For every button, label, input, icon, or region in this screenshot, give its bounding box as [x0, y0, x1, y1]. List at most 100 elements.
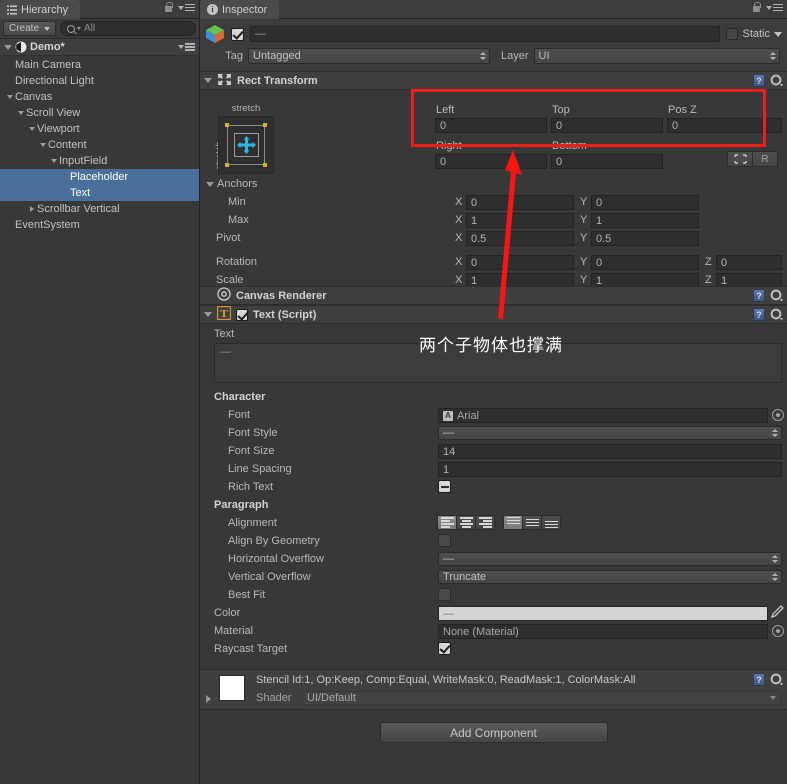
- bottom-field[interactable]: 0: [551, 154, 663, 169]
- tab-hierarchy[interactable]: Hierarchy: [0, 0, 81, 19]
- material-preview-swatch: [219, 675, 245, 701]
- hierarchy-item[interactable]: Placeholder: [0, 169, 199, 185]
- text-script-gear-icon[interactable]: [770, 308, 783, 321]
- text-script-expand-icon[interactable]: [204, 312, 212, 317]
- raw-edit-mode-button[interactable]: R: [752, 151, 778, 167]
- component-header-canvas-renderer[interactable]: Canvas Renderer ?: [200, 286, 787, 305]
- pivot-x-field[interactable]: 0.5: [466, 231, 574, 246]
- blueprint-raw-toggle-group[interactable]: R: [727, 151, 778, 167]
- expand-arrow-icon[interactable]: [48, 159, 59, 163]
- inspector-menu-icon[interactable]: [766, 3, 783, 12]
- material-object-field[interactable]: None (Material): [438, 624, 768, 639]
- hierarchy-item[interactable]: Scroll View: [0, 105, 199, 121]
- help-icon[interactable]: ?: [753, 74, 765, 87]
- align-center-button[interactable]: [456, 515, 476, 530]
- horizontal-overflow-dropdown[interactable]: —: [438, 552, 782, 566]
- canvas-renderer-help-icon[interactable]: ?: [753, 289, 765, 302]
- shader-label: Shader: [256, 692, 292, 704]
- font-picker-icon[interactable]: [772, 409, 784, 421]
- anchor-max-x-field[interactable]: 1: [466, 213, 574, 228]
- expand-arrow-icon[interactable]: [26, 206, 37, 212]
- text-script-help-icon[interactable]: ?: [753, 308, 765, 321]
- anchor-min-x-field[interactable]: 0: [466, 195, 574, 210]
- layer-dropdown[interactable]: UI: [533, 48, 780, 64]
- anchors-expand-icon[interactable]: [206, 181, 214, 187]
- eyedropper-icon[interactable]: [770, 605, 784, 619]
- rotation-y-field[interactable]: 0: [591, 255, 699, 270]
- hierarchy-menu-icon[interactable]: [178, 3, 195, 12]
- scene-menu-icon[interactable]: [178, 43, 195, 51]
- rich-text-checkbox[interactable]: [438, 480, 451, 493]
- expand-arrow-icon[interactable]: [37, 143, 48, 147]
- gameobject-active-checkbox[interactable]: [231, 27, 244, 41]
- hierarchy-item[interactable]: EventSystem: [0, 217, 199, 233]
- anchor-max-y-field[interactable]: 1: [591, 213, 699, 228]
- hierarchy-item[interactable]: Main Camera: [0, 57, 199, 73]
- anchor-min-y-field[interactable]: 0: [591, 195, 699, 210]
- blueprint-mode-button[interactable]: [727, 151, 753, 167]
- align-bottom-button[interactable]: [541, 515, 561, 530]
- inspector-lock-icon[interactable]: [752, 2, 761, 13]
- canvas-renderer-gear-icon[interactable]: [770, 289, 783, 302]
- raycast-target-checkbox[interactable]: [438, 642, 451, 655]
- align-middle-button[interactable]: [522, 515, 542, 530]
- rotation-x-field[interactable]: 0: [466, 255, 574, 270]
- anchor-preset-widget[interactable]: [218, 116, 274, 174]
- tab-inspector[interactable]: i Inspector: [200, 0, 280, 19]
- hierarchy-item[interactable]: Viewport: [0, 121, 199, 137]
- static-toggle[interactable]: Static: [726, 28, 782, 40]
- text-script-enabled-checkbox[interactable]: [236, 308, 248, 321]
- alignment-button-groups[interactable]: [437, 515, 561, 530]
- material-gear-icon[interactable]: [770, 673, 783, 686]
- component-header-text-script[interactable]: T Text (Script) ?: [200, 305, 787, 324]
- align-right-button[interactable]: [475, 515, 495, 530]
- pivot-y-field[interactable]: 0.5: [591, 231, 699, 246]
- create-button[interactable]: Create: [3, 21, 57, 36]
- gameobject-name-field[interactable]: —: [250, 26, 721, 42]
- align-left-button[interactable]: [437, 515, 457, 530]
- font-style-dropdown[interactable]: —: [438, 426, 782, 440]
- line-spacing-field[interactable]: 1: [438, 462, 782, 477]
- vertical-alignment-group[interactable]: [503, 515, 561, 530]
- font-size-field[interactable]: 14: [438, 444, 782, 459]
- rotation-z-field[interactable]: 0: [716, 255, 782, 270]
- expand-arrow-icon[interactable]: [26, 127, 37, 131]
- top-field[interactable]: 0: [551, 118, 663, 133]
- hierarchy-item[interactable]: Directional Light: [0, 73, 199, 89]
- annotation-note: 两个子物体也撑满: [419, 336, 563, 356]
- hierarchy-item[interactable]: Canvas: [0, 89, 199, 105]
- static-dropdown-icon[interactable]: [774, 31, 782, 37]
- static-checkbox[interactable]: [726, 28, 739, 40]
- search-input[interactable]: All: [60, 21, 196, 36]
- hierarchy-item[interactable]: Scrollbar Vertical: [0, 201, 199, 217]
- tag-dropdown[interactable]: Untagged: [248, 48, 490, 64]
- lock-icon[interactable]: [164, 2, 173, 13]
- material-help-icon[interactable]: ?: [753, 673, 765, 686]
- color-swatch[interactable]: —: [438, 606, 768, 621]
- hierarchy-item[interactable]: Content: [0, 137, 199, 153]
- hierarchy-item[interactable]: Text: [0, 185, 199, 201]
- posz-field[interactable]: 0: [667, 118, 782, 133]
- expand-arrow-icon[interactable]: [4, 95, 15, 99]
- hierarchy-item[interactable]: InputField: [0, 153, 199, 169]
- component-header-rect-transform[interactable]: Rect Transform ?: [200, 71, 787, 90]
- horizontal-alignment-group[interactable]: [437, 515, 495, 530]
- right-field[interactable]: 0: [435, 154, 547, 169]
- shader-dropdown[interactable]: UI/Default: [302, 691, 781, 705]
- expand-arrow-icon[interactable]: [15, 111, 26, 115]
- vertical-overflow-dropdown[interactable]: Truncate: [438, 570, 782, 584]
- align-by-geometry-checkbox[interactable]: [438, 534, 451, 547]
- scene-row[interactable]: Demo*: [0, 39, 199, 56]
- material-picker-icon[interactable]: [772, 625, 784, 637]
- left-field[interactable]: 0: [435, 118, 547, 133]
- gear-icon[interactable]: [770, 74, 783, 87]
- rect-transform-expand-icon[interactable]: [204, 78, 212, 83]
- font-object-field[interactable]: A Arial: [438, 408, 768, 423]
- add-component-button[interactable]: Add Component: [379, 722, 608, 743]
- best-fit-checkbox[interactable]: [438, 588, 451, 601]
- material-expand-icon[interactable]: [206, 695, 211, 703]
- tag-dropdown-arrows: [480, 52, 486, 60]
- align-top-button[interactable]: [503, 515, 523, 530]
- scene-expand-icon[interactable]: [4, 44, 12, 50]
- anchors-foldout[interactable]: Anchors: [206, 178, 257, 190]
